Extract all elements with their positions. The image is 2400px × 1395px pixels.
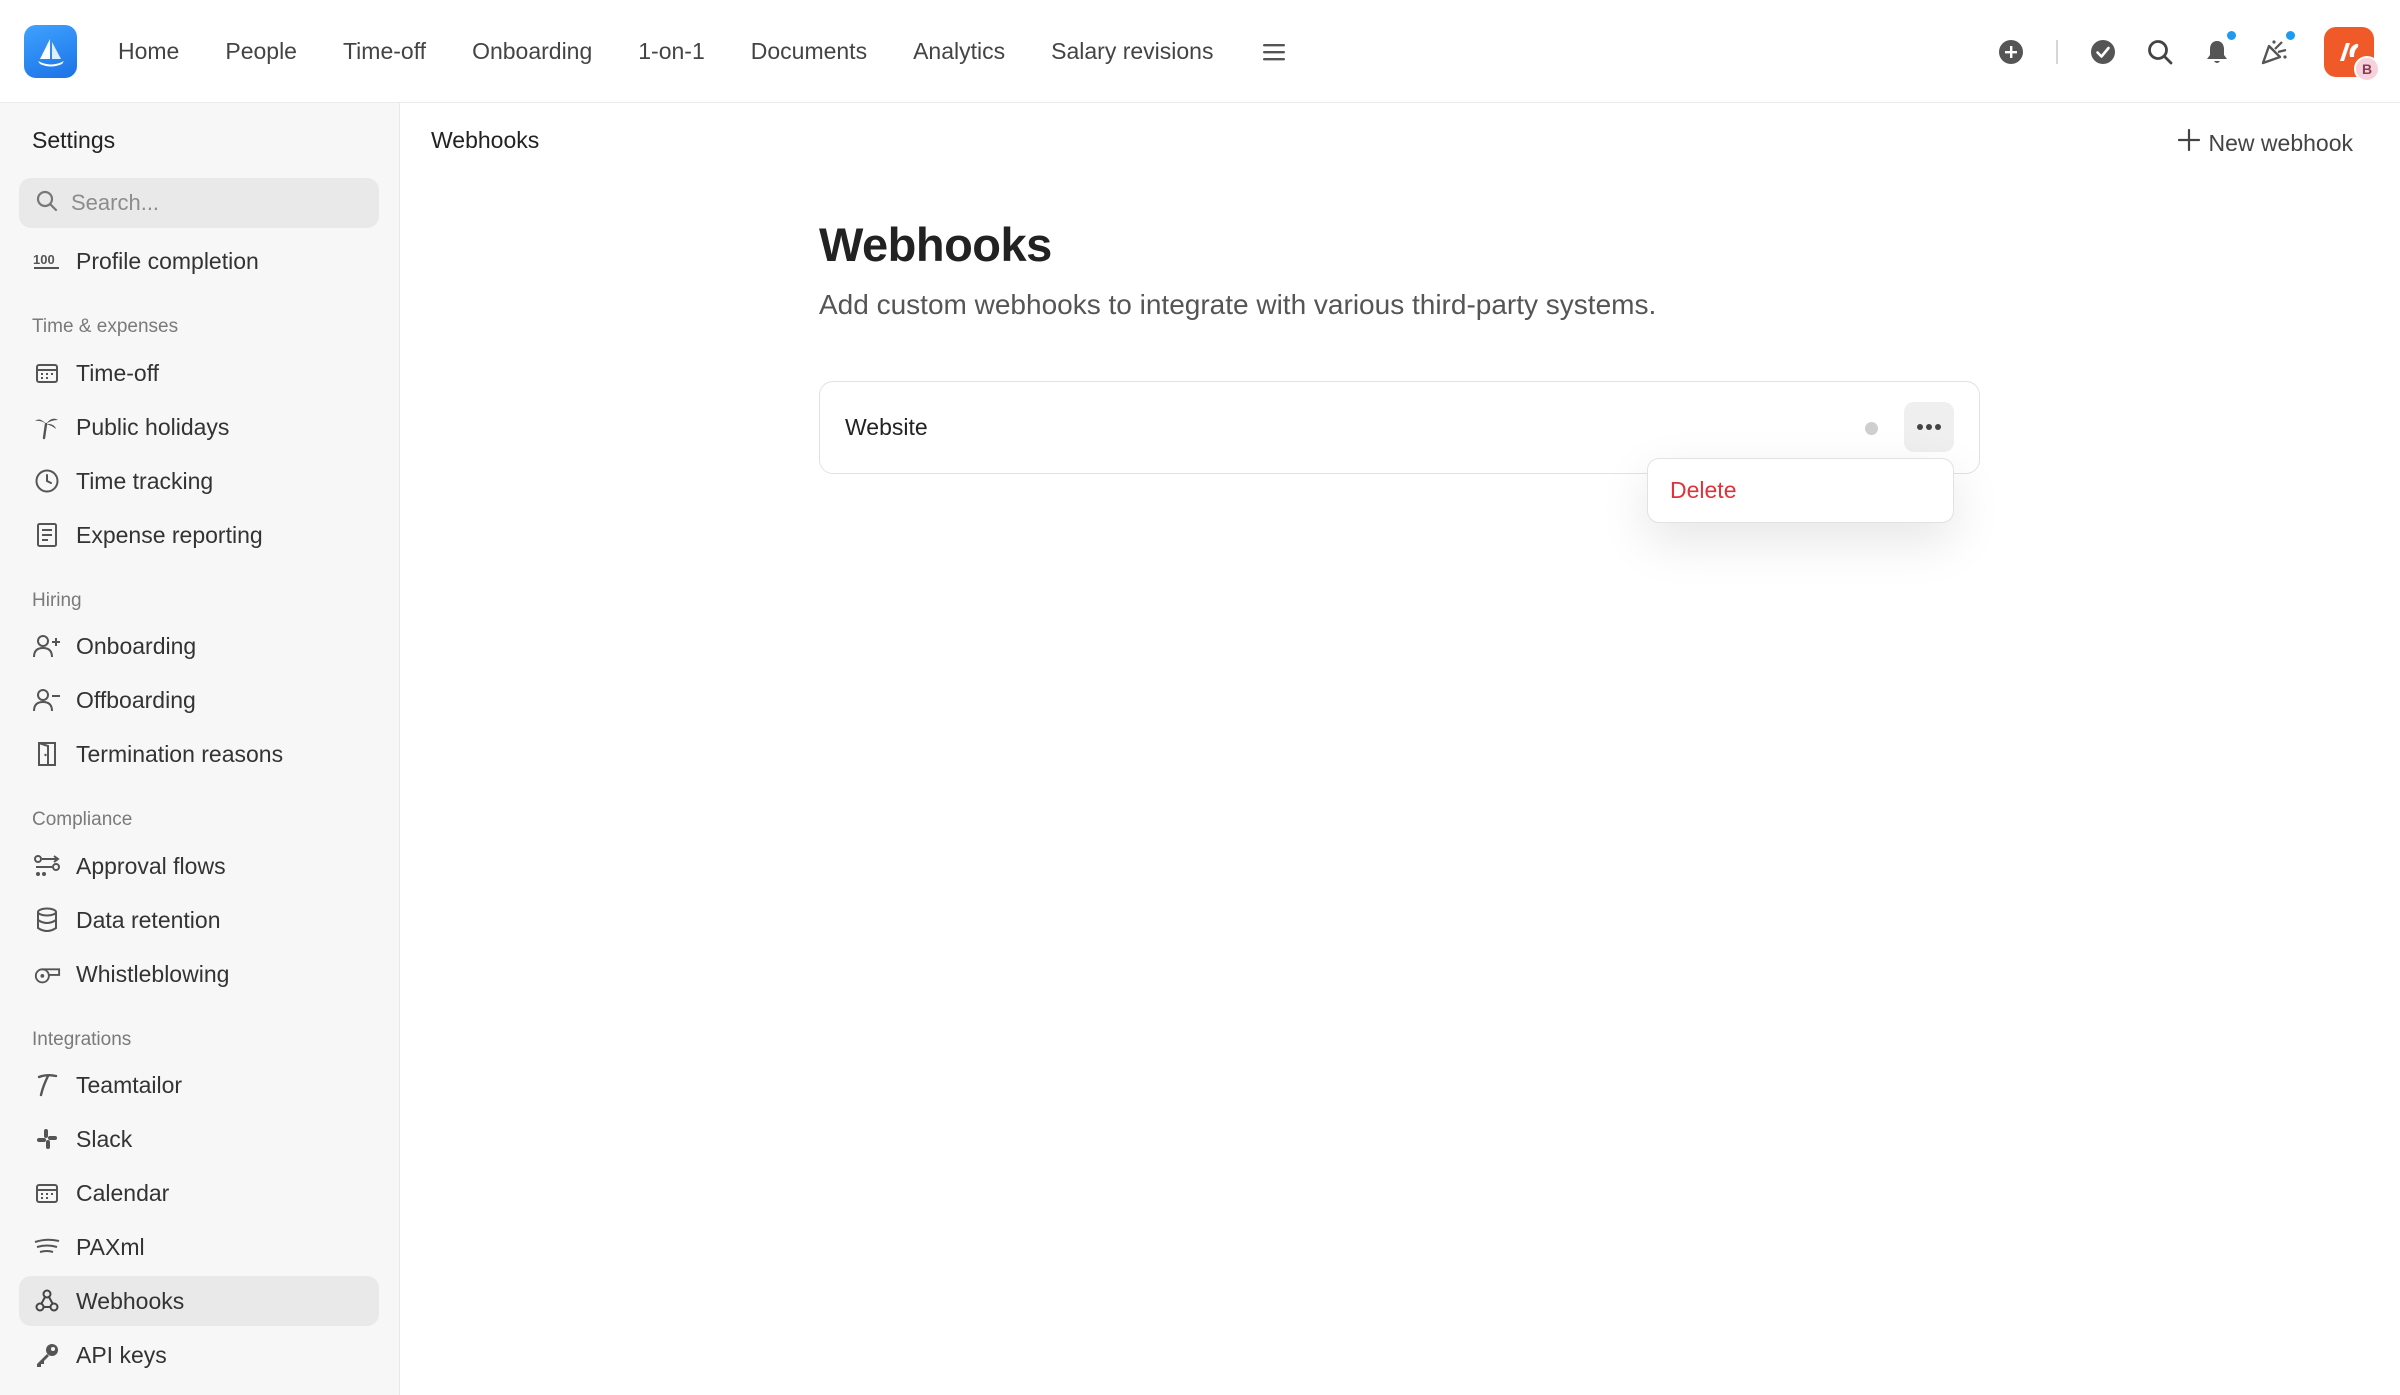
new-webhook-button[interactable]: New webhook — [2177, 119, 2353, 167]
sidebar-item-slack[interactable]: Slack — [19, 1114, 379, 1164]
sidebar-item-whistleblowing[interactable]: Whistleblowing — [19, 949, 379, 999]
sidebar-item-profile-completion[interactable]: 100 Profile completion — [19, 236, 379, 286]
flow-icon — [33, 852, 61, 880]
sidebar-item-label: Profile completion — [76, 247, 259, 274]
sidebar-item-approval-flows[interactable]: Approval flows — [19, 841, 379, 891]
svg-text:100: 100 — [33, 252, 55, 267]
100-icon: 100 — [33, 247, 61, 275]
sidebar-item-label: Slack — [76, 1125, 133, 1152]
avatar[interactable]: B — [2324, 26, 2380, 82]
sidebar-item-api-keys[interactable]: API keys — [19, 1330, 379, 1380]
sidebar-item-onboarding[interactable]: Onboarding — [19, 621, 379, 671]
avatar-badge: B — [2354, 55, 2380, 82]
sidebar-item-label: Public holidays — [76, 413, 230, 440]
sidebar-item-label: Teamtailor — [76, 1071, 183, 1098]
search-icon — [35, 189, 59, 218]
webhook-actions-menu: Delete — [1647, 458, 1954, 523]
app-logo-icon[interactable] — [24, 25, 77, 78]
toolbar-icons: B — [1991, 0, 2400, 103]
nav-home[interactable]: Home — [95, 38, 202, 65]
slack-icon — [33, 1125, 61, 1153]
sidebar-item-paxml[interactable]: PAXml — [19, 1222, 379, 1272]
page-title: Webhooks — [819, 218, 1052, 271]
sidebar-item-label: Termination reasons — [76, 740, 284, 767]
search-input[interactable] — [71, 190, 361, 216]
sidebar-item-calendar[interactable]: Calendar — [19, 1168, 379, 1218]
sidebar-item-label: Time-off — [76, 359, 160, 386]
sidebar-search[interactable] — [19, 178, 379, 228]
celebration-icon[interactable] — [2254, 28, 2297, 72]
sidebar-item-label: PAXml — [76, 1233, 145, 1260]
sidebar-item-label: Webhooks — [76, 1287, 185, 1314]
sidebar-item-label: Onboarding — [76, 632, 197, 659]
sidebar-item-expense-reporting[interactable]: Expense reporting — [19, 510, 379, 560]
toolbar-divider — [2056, 39, 2058, 64]
check-circle-icon[interactable] — [2083, 32, 2123, 72]
nav-1-on-1[interactable]: 1-on-1 — [615, 38, 727, 65]
sidebar-item-label: Time tracking — [76, 467, 214, 494]
nav-documents[interactable]: Documents — [728, 38, 890, 65]
main-content: Webhooks New webhook Webhooks Add custom… — [400, 103, 2400, 1395]
calendar-icon — [33, 1179, 61, 1207]
nav-people[interactable]: People — [202, 38, 320, 65]
nav-analytics[interactable]: Analytics — [890, 38, 1028, 65]
new-webhook-label: New webhook — [2208, 129, 2353, 156]
sidebar-item-label: Expense reporting — [76, 521, 263, 548]
add-circle-icon[interactable] — [1991, 32, 2031, 72]
user-plus-icon — [33, 632, 61, 660]
sidebar-item-label: Whistleblowing — [76, 960, 230, 987]
sidebar-item-public-holidays[interactable]: Public holidays — [19, 402, 379, 452]
sidebar-item-teamtailor[interactable]: Teamtailor — [19, 1060, 379, 1110]
sidebar-item-time-tracking[interactable]: Time tracking — [19, 456, 379, 506]
sidebar-title: Settings — [32, 127, 116, 153]
ellipsis-icon — [1916, 418, 1942, 436]
sidebar-item-data-retention[interactable]: Data retention — [19, 895, 379, 945]
section-title-hiring: Hiring — [32, 590, 82, 611]
sidebar-item-webhooks[interactable]: Webhooks — [19, 1276, 379, 1326]
sidebar-item-offboarding[interactable]: Offboarding — [19, 675, 379, 725]
user-minus-icon — [33, 686, 61, 714]
sidebar-item-time-off[interactable]: Time-off — [19, 348, 379, 398]
hamburger-icon[interactable] — [1258, 36, 1290, 68]
settings-sidebar: Settings 100 Profile completion Time & e… — [0, 103, 400, 1395]
delete-menu-item[interactable]: Delete — [1670, 477, 1736, 504]
section-title-integrations: Integrations — [32, 1029, 132, 1050]
sidebar-item-label: API keys — [76, 1341, 167, 1368]
database-icon — [33, 906, 61, 934]
nav-salary-revisions[interactable]: Salary revisions — [1028, 38, 1236, 65]
paxml-icon — [33, 1233, 61, 1261]
key-icon — [33, 1341, 61, 1369]
breadcrumb: Webhooks — [431, 127, 540, 153]
nav-time-off[interactable]: Time-off — [320, 38, 449, 65]
bell-icon[interactable] — [2197, 28, 2238, 72]
sidebar-item-termination-reasons[interactable]: Termination reasons — [19, 729, 379, 779]
sidebar-item-label: Calendar — [76, 1179, 170, 1206]
calendar-icon — [33, 359, 61, 387]
webhook-name: Website — [845, 414, 928, 440]
search-icon[interactable] — [2140, 32, 2180, 72]
page-subtitle: Add custom webhooks to integrate with va… — [819, 289, 1657, 320]
receipt-icon — [33, 521, 61, 549]
webhook-status-dot — [1865, 422, 1878, 435]
sidebar-item-label: Offboarding — [76, 686, 196, 713]
notification-dot — [2225, 28, 2238, 42]
clock-icon — [33, 467, 61, 495]
top-navigation-bar: Home People Time-off Onboarding 1-on-1 D… — [0, 0, 2400, 103]
whistle-icon — [33, 960, 61, 988]
section-title-time-expenses: Time & expenses — [32, 316, 179, 337]
updates-dot — [2284, 28, 2297, 42]
main-nav: Home People Time-off Onboarding 1-on-1 D… — [95, 0, 1290, 103]
webhook-icon — [33, 1287, 61, 1315]
section-title-compliance: Compliance — [32, 809, 133, 830]
plus-icon — [2177, 128, 2209, 158]
door-icon — [33, 740, 61, 768]
sidebar-item-label: Data retention — [76, 906, 221, 933]
more-options-button[interactable] — [1904, 402, 1954, 452]
nav-onboarding[interactable]: Onboarding — [449, 38, 615, 65]
palm-tree-icon — [33, 413, 61, 441]
sidebar-item-label: Approval flows — [76, 852, 226, 879]
teamtailor-icon — [33, 1071, 61, 1099]
